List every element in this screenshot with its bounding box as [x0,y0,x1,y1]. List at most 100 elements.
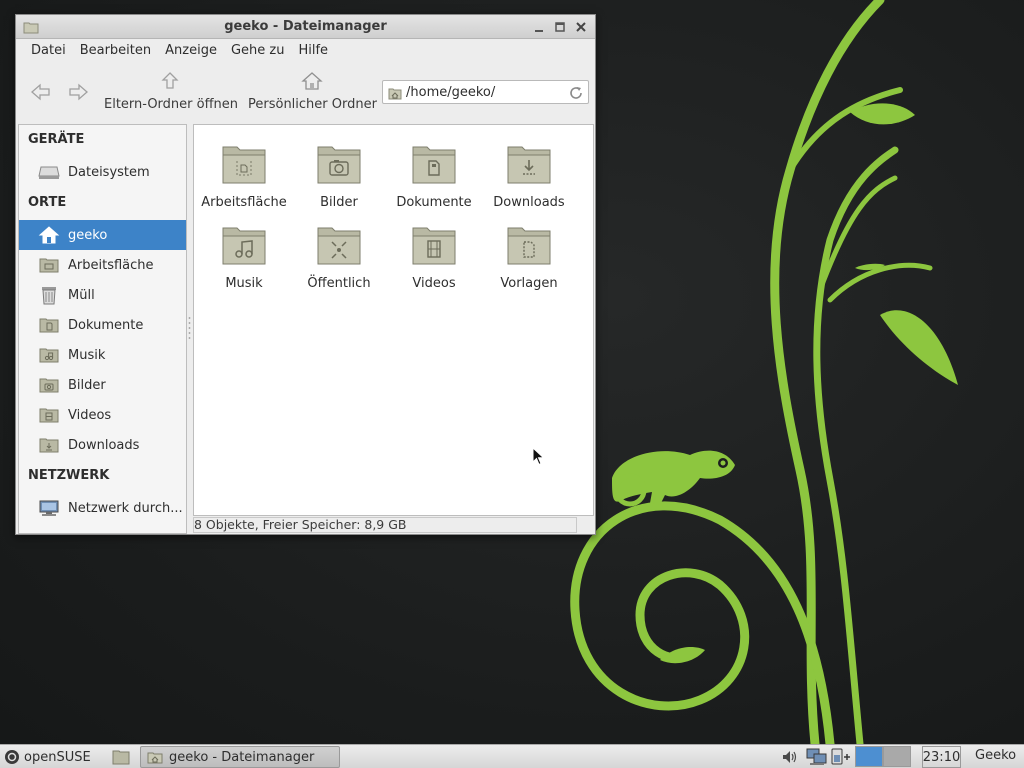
workspace-pager [855,746,911,767]
folder-label: Musik [225,276,263,291]
folder-item[interactable]: Vorlagen [482,218,576,291]
back-button[interactable] [28,79,54,105]
close-button[interactable] [573,19,589,35]
back-arrow-icon [31,83,50,101]
sidebar-item-label: Dokumente [68,317,144,333]
sidebar-item-dokumente[interactable]: Dokumente [19,310,186,340]
file-manager-launcher-icon[interactable] [111,748,131,766]
parent-folder-label: Eltern-Ordner öffnen [104,97,239,112]
sidebar-item-label: Müll [68,287,95,303]
start-menu-button[interactable]: openSUSE [4,748,91,766]
window-titlebar[interactable]: geeko - Dateimanager [16,15,595,39]
home-icon [38,226,60,244]
taskbar-window-label: geeko - Dateimanager [169,749,315,765]
menu-anzeige[interactable]: Anzeige [158,43,224,58]
up-arrow-icon [161,72,179,89]
videos-folder-icon [39,408,59,423]
folder-item[interactable]: Videos [387,218,481,291]
sidebar-item-label: Dateisystem [68,164,150,180]
folder-label: Öffentlich [307,276,371,291]
clock[interactable]: 23:10 [922,746,961,768]
sidebar-item-videos[interactable]: Videos [19,400,186,430]
music-folder-icon [222,227,266,265]
home-icon [301,72,323,90]
home-folder-button[interactable]: Persönlicher Ordner [248,71,377,112]
sidebar-item-downloads[interactable]: Downloads [19,430,186,460]
mouse-cursor-icon [532,447,545,466]
workspace-2[interactable] [883,746,911,767]
sidebar-item-network[interactable]: Netzwerk durch... [19,493,186,523]
folder-label: Videos [412,276,456,291]
folder-item[interactable]: Öffentlich [292,218,386,291]
sidebar-item-label: Videos [68,407,112,423]
folder-label: Dokumente [396,195,472,210]
menu-gehe-zu[interactable]: Gehe zu [224,43,292,58]
sidebar-item-label: Musik [68,347,106,363]
documents-folder-icon [412,146,456,184]
sidebar-item-geeko[interactable]: geeko [19,220,186,250]
folder-item[interactable]: Arbeitsfläche [197,137,291,210]
file-manager-window[interactable]: geeko - Dateimanager Datei Bearbeiten An… [15,14,596,535]
home-folder-icon [147,752,163,764]
music-folder-icon [39,348,59,363]
workspace-1[interactable] [855,746,883,767]
folder-label: Bilder [320,195,358,210]
sidebar-item-label: Bilder [68,377,106,393]
home-folder-label: Persönlicher Ordner [248,97,377,112]
sidebar-header-devices: GERÄTE [28,132,85,147]
trash-icon [42,287,56,305]
menubar: Datei Bearbeiten Anzeige Gehe zu Hilfe [16,39,595,61]
templates-folder-icon [507,227,551,265]
power-status-icon[interactable] [830,747,852,767]
folder-item[interactable]: Downloads [482,137,576,210]
folder-label: Downloads [493,195,565,210]
volume-icon[interactable] [781,749,799,765]
sidebar-item-trash[interactable]: Müll [19,280,186,310]
menu-hilfe[interactable]: Hilfe [291,43,335,58]
harddisk-icon [38,166,60,179]
videos-folder-icon [412,227,456,265]
sidebar: GERÄTE Dateisystem ORTE geeko Arbeitsflä… [18,124,187,534]
desktop-folder-icon [222,146,266,184]
opensuse-logo-icon [5,750,19,764]
folder-item[interactable]: Bilder [292,137,386,210]
sidebar-item-filesystem[interactable]: Dateisystem [19,157,186,187]
start-menu-label: openSUSE [24,749,91,765]
documents-folder-icon [39,318,59,333]
sidebar-header-places: ORTE [28,195,67,210]
home-folder-icon [388,88,402,100]
sidebar-item-label: Downloads [68,437,140,453]
menu-datei[interactable]: Datei [24,43,73,58]
folder-item[interactable]: Musik [197,218,291,291]
menu-bearbeiten[interactable]: Bearbeiten [73,43,158,58]
network-icon [39,500,59,516]
minimize-button[interactable] [531,19,547,35]
folder-label: Arbeitsfläche [201,195,287,210]
pictures-folder-icon [317,146,361,184]
folder-item[interactable]: Dokumente [387,137,481,210]
location-path[interactable]: /home/geeko/ [406,85,495,100]
taskbar-window-button[interactable]: geeko - Dateimanager [140,746,340,768]
sidebar-header-network: NETZWERK [28,468,110,483]
sidebar-item-arbeitsflaeche[interactable]: Arbeitsfläche [19,250,186,280]
forward-arrow-icon [69,83,88,101]
sidebar-item-bilder[interactable]: Bilder [19,370,186,400]
folder-label: Vorlagen [500,276,558,291]
forward-button[interactable] [65,79,91,105]
user-name[interactable]: Geeko [975,748,1016,763]
maximize-button[interactable] [552,19,568,35]
parent-folder-button[interactable]: Eltern-Ordner öffnen [104,71,239,112]
sidebar-item-label: geeko [68,227,108,243]
location-bar[interactable]: /home/geeko/ [382,80,589,104]
window-title: geeko - Dateimanager [224,19,387,34]
downloads-folder-icon [39,438,59,453]
desktop-folder-icon [39,258,59,273]
sidebar-item-label: Arbeitsfläche [68,257,154,273]
sidebar-item-musik[interactable]: Musik [19,340,186,370]
pictures-folder-icon [39,378,59,393]
pane-splitter[interactable] [188,315,191,343]
downloads-folder-icon [507,146,551,184]
network-status-icon[interactable] [806,747,828,767]
reload-icon[interactable] [568,85,584,101]
taskbar: openSUSE geeko - Dateimanager 23:10 Geek… [0,744,1024,768]
